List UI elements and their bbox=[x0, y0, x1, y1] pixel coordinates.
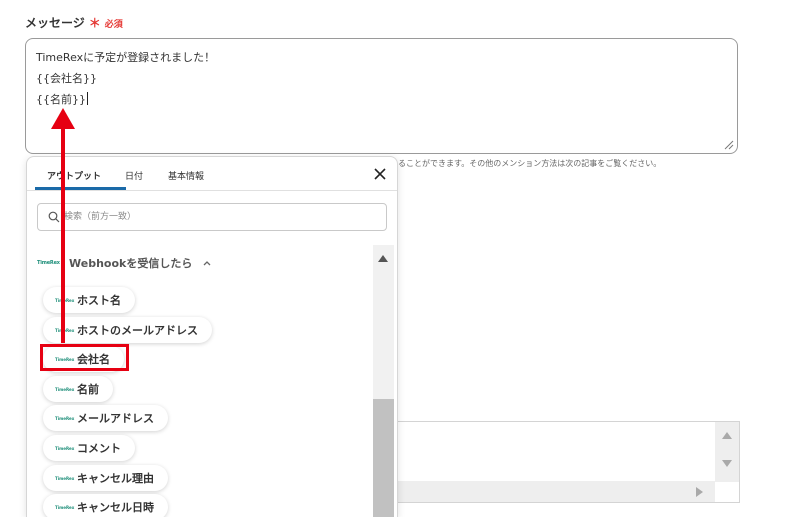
chip-logo: TimeRex bbox=[55, 475, 75, 481]
chip-logo: TimeRex bbox=[55, 297, 75, 303]
chip-label: 会社名 bbox=[77, 353, 110, 366]
tab-date[interactable]: 日付 bbox=[125, 169, 143, 182]
chip-logo: TimeRex bbox=[55, 356, 75, 362]
timerex-logo: TimeRex bbox=[37, 260, 60, 266]
chevron-up-icon[interactable] bbox=[202, 258, 212, 268]
chip-logo: TimeRex bbox=[55, 415, 75, 421]
popup-tabs: アウトプット 日付 基本情報 bbox=[27, 157, 397, 191]
search-icon bbox=[48, 211, 60, 223]
chip-label: ホスト名 bbox=[77, 294, 121, 307]
output-chip-host-name[interactable]: TimeRex ホスト名 bbox=[43, 287, 135, 313]
close-icon[interactable] bbox=[372, 166, 388, 182]
scroll-right-icon[interactable] bbox=[696, 487, 703, 497]
required-star: ＊ bbox=[88, 16, 101, 30]
text-caret bbox=[87, 92, 88, 105]
tab-output[interactable]: アウトプット bbox=[47, 169, 101, 182]
chip-logo: TimeRex bbox=[55, 445, 75, 451]
output-chip-host-email[interactable]: TimeRex ホストのメールアドレス bbox=[43, 317, 212, 343]
trigger-section-title: Webhookを受信したら bbox=[69, 257, 193, 270]
background-text-field[interactable] bbox=[398, 421, 740, 503]
output-chip-company-name[interactable]: TimeRex 会社名 bbox=[43, 346, 124, 372]
message-line-3-text: {{名前}} bbox=[36, 93, 86, 106]
mention-helper-text: ることができます。その他のメンション方法は次の記事をご覧ください。 bbox=[398, 159, 662, 168]
output-chip-comment[interactable]: TimeRex コメント bbox=[43, 435, 135, 461]
output-chip-cancel-reason[interactable]: TimeRex キャンセル理由 bbox=[43, 465, 168, 491]
resize-grip-icon[interactable] bbox=[724, 140, 734, 150]
popup-scrollbar[interactable] bbox=[373, 245, 394, 517]
bg-vertical-scrollbar[interactable] bbox=[715, 422, 739, 482]
chip-label: ホストのメールアドレス bbox=[77, 324, 198, 337]
tab-basic-info[interactable]: 基本情報 bbox=[168, 169, 204, 182]
message-field-label: メッセージ ＊ 必須 bbox=[25, 14, 123, 31]
chip-label: キャンセル理由 bbox=[77, 472, 154, 485]
chip-logo: TimeRex bbox=[55, 386, 75, 392]
required-text: 必須 bbox=[104, 20, 123, 30]
active-tab-underline bbox=[35, 187, 126, 190]
field-label-text: メッセージ bbox=[25, 16, 85, 30]
chip-label: キャンセル日時 bbox=[77, 501, 154, 514]
message-line-1: TimeRexに予定が登録されました！ bbox=[36, 51, 216, 64]
scroll-down-icon[interactable] bbox=[722, 460, 732, 467]
search-field[interactable] bbox=[37, 203, 387, 231]
search-input[interactable] bbox=[62, 211, 366, 223]
bg-horizontal-scrollbar[interactable] bbox=[398, 481, 715, 502]
output-chip-name[interactable]: TimeRex 名前 bbox=[43, 376, 113, 402]
scroll-thumb[interactable] bbox=[373, 399, 394, 517]
scroll-up-icon[interactable] bbox=[722, 432, 732, 439]
output-chip-cancel-datetime[interactable]: TimeRex キャンセル日時 bbox=[43, 494, 168, 517]
message-line-3: {{名前}} bbox=[36, 89, 727, 110]
chip-logo: TimeRex bbox=[55, 504, 75, 510]
message-line-2: {{会社名}} bbox=[36, 72, 97, 85]
chip-label: コメント bbox=[77, 442, 121, 455]
chip-logo: TimeRex bbox=[55, 327, 75, 333]
output-picker-popup: アウトプット 日付 基本情報 TimeRex Webhookを受信したら Tim… bbox=[26, 156, 398, 517]
chip-label: 名前 bbox=[77, 383, 99, 396]
chip-label: メールアドレス bbox=[77, 412, 154, 425]
scroll-up-icon[interactable] bbox=[378, 255, 388, 262]
trigger-section-header[interactable]: TimeRex Webhookを受信したら bbox=[37, 255, 212, 271]
output-chip-email[interactable]: TimeRex メールアドレス bbox=[43, 405, 168, 431]
message-textarea[interactable]: TimeRexに予定が登録されました！ {{会社名}} {{名前}} bbox=[25, 38, 738, 154]
